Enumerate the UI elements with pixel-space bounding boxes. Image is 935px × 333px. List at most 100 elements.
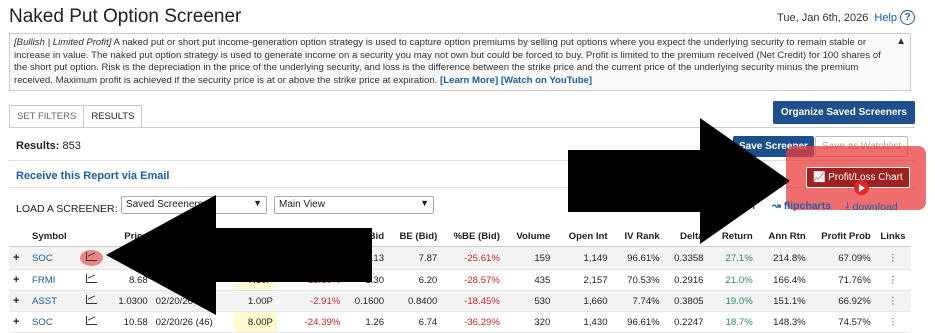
return-cell: 21.0% — [707, 269, 757, 291]
load-screener-label: LOAD A SCREENER: — [16, 203, 118, 215]
moneyness-cell: -24.39% — [276, 311, 345, 333]
pbe-cell: -28.57% — [441, 269, 504, 291]
screener-tabs: SET FILTERS RESULTS — [9, 105, 143, 128]
line-chart-icon — [85, 316, 97, 325]
results-number: 853 — [62, 140, 81, 152]
col-strike[interactable]: Strike — [234, 227, 277, 247]
prob-cell: 71.76% — [809, 269, 875, 291]
exp-cell — [151, 269, 235, 291]
table-row[interactable]: + SOC 48% 2.13 7.87 -25.61% 159 1,149 96… — [9, 246, 911, 270]
strategy-tag: [Bullish | Limited Profit] — [14, 37, 112, 48]
col-annrtn[interactable]: Ann Rtn — [756, 227, 810, 247]
line-chart-icon — [85, 252, 97, 261]
be-cell: 7.87 — [388, 246, 442, 270]
download-link[interactable]: ⤓ download — [845, 200, 898, 213]
flipcharts-icon: ↝ — [772, 200, 781, 212]
bid-cell: 1.26 — [344, 311, 389, 333]
annrtn-cell: 166.4% — [756, 269, 810, 291]
chart-cell[interactable] — [73, 290, 110, 312]
expand-icon[interactable]: + — [9, 290, 28, 312]
delta-cell: 0.2916 — [663, 269, 708, 291]
moneyness-cell: -13.59% — [276, 269, 345, 291]
oi-cell: 1,660 — [554, 290, 612, 312]
col-oi[interactable]: Open Int — [554, 227, 612, 247]
view-select[interactable]: Main View ▼ — [274, 196, 434, 214]
prob-cell: 66.92% — [809, 290, 875, 312]
tab-set-filters[interactable]: SET FILTERS — [9, 105, 85, 128]
table-header-row: Symbol Price Exp Strike Moneyness Bid BE… — [9, 227, 911, 247]
symbol-link[interactable]: SOC — [28, 311, 74, 333]
col-return[interactable]: Return — [707, 227, 757, 247]
moneyness-cell: 48% — [276, 246, 345, 270]
page-title: Naked Put Option Screener — [9, 6, 242, 27]
view-value: Main View — [279, 199, 325, 210]
delta-cell: 0.3805 — [663, 290, 708, 312]
current-date: Tue, Jan 6th, 2026 — [777, 11, 869, 24]
col-delta[interactable]: Delta — [663, 227, 708, 247]
flipcharts-link[interactable]: ↝ flipcharts — [772, 200, 831, 212]
results-table: Symbol Price Exp Strike Moneyness Bid BE… — [9, 227, 911, 333]
volume-cell: 530 — [503, 290, 555, 312]
learn-more-link[interactable]: [Learn More] — [440, 75, 498, 86]
expand-icon[interactable]: + — [9, 269, 28, 291]
play-icon — [854, 180, 869, 195]
more-icon[interactable]: ⋮ — [874, 311, 911, 333]
divider — [9, 187, 915, 188]
chart-highlight — [79, 250, 103, 266]
return-cell: 19.0% — [707, 290, 757, 312]
symbol-link[interactable]: ASST — [28, 290, 74, 312]
expand-header — [9, 227, 28, 247]
price-cell: 1.0300 — [109, 290, 152, 312]
pbe-cell: -18.45% — [441, 290, 504, 312]
col-volume[interactable]: Volume — [503, 227, 555, 247]
divider — [9, 160, 915, 161]
table-row[interactable]: + FRMI 8.68 7.50P -13.59% 1.30 6.20 -28.… — [9, 269, 911, 291]
be-cell: 0.8400 — [388, 290, 442, 312]
col-links: Links — [874, 227, 911, 247]
more-icon[interactable]: ⋮ — [874, 290, 911, 312]
expand-icon[interactable]: + — [9, 246, 28, 270]
strike-cell: 1.00P — [234, 290, 277, 312]
saved-screeners-value: Saved Screeners — [126, 199, 203, 210]
strike-cell — [234, 246, 277, 270]
col-bid[interactable]: Bid — [344, 227, 389, 247]
chart-cell[interactable] — [73, 269, 110, 291]
col-price[interactable]: Price — [109, 227, 152, 247]
col-symbol[interactable]: Symbol — [28, 227, 74, 247]
col-be[interactable]: BE (Bid) — [388, 227, 442, 247]
ivr-cell: 96.61% — [611, 311, 664, 333]
email-report-link[interactable]: Receive this Report via Email — [16, 170, 169, 182]
chart-cell[interactable] — [73, 246, 110, 270]
saved-screeners-select[interactable]: Saved Screeners ▼ — [121, 196, 267, 214]
strike-cell: 8.00P — [234, 311, 277, 333]
bid-cell: 2.13 — [344, 246, 389, 270]
refresh-link[interactable]: Refresh — [716, 200, 755, 212]
symbol-link[interactable]: SOC — [28, 246, 74, 270]
col-exp[interactable]: Exp — [151, 227, 235, 247]
organize-screeners-button[interactable]: Organize Saved Screeners — [772, 101, 915, 124]
tab-results[interactable]: RESULTS — [83, 105, 143, 128]
be-cell: 6.74 — [388, 311, 442, 333]
pbe-cell: -36.29% — [441, 311, 504, 333]
col-prob[interactable]: Profit Prob — [809, 227, 875, 247]
more-icon[interactable]: ⋮ — [874, 246, 911, 270]
col-ivr[interactable]: IV Rank — [611, 227, 664, 247]
download-label: download — [852, 200, 898, 213]
chart-cell[interactable] — [73, 311, 110, 333]
expand-icon[interactable]: + — [9, 311, 28, 333]
collapse-icon[interactable]: ▲ — [896, 36, 906, 49]
ivr-cell: 96.61% — [611, 246, 664, 270]
watch-youtube-link[interactable]: [Watch on YouTube] — [501, 75, 592, 86]
col-pbe[interactable]: %BE (Bid) — [441, 227, 504, 247]
more-icon[interactable]: ⋮ — [874, 269, 911, 291]
col-chart — [73, 227, 110, 247]
exp-cell: 02/20/26 (46) — [151, 311, 235, 333]
help-link[interactable]: Help ? — [874, 10, 915, 25]
flipcharts-label: flipcharts — [783, 200, 832, 212]
volume-cell: 320 — [503, 311, 555, 333]
table-row[interactable]: + SOC 10.58 02/20/26 (46) 8.00P -24.39% … — [9, 311, 911, 333]
price-cell: 10.58 — [109, 311, 152, 333]
symbol-link[interactable]: FRMI — [28, 269, 74, 291]
table-row[interactable]: + ASST 1.0300 02/20/26 1.00P -2.91% 0.16… — [9, 290, 911, 312]
col-moneyness[interactable]: Moneyness — [276, 227, 345, 247]
